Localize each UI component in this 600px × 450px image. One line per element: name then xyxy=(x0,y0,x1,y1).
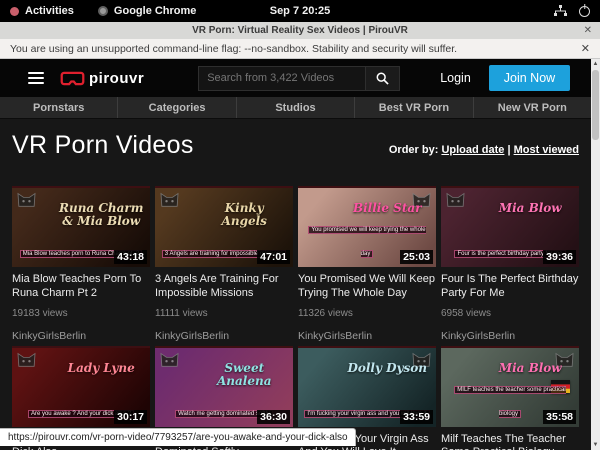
order-by-label: Order by: xyxy=(389,144,439,156)
site-logo[interactable]: pirouvr xyxy=(60,70,144,87)
pirouvr-cat-logo-icon xyxy=(16,351,37,368)
video-duration-badge: 39:36 xyxy=(543,250,576,264)
video-views: 6958 views xyxy=(441,308,579,319)
nav-item-studios[interactable]: Studios xyxy=(237,97,355,118)
site-header: pirouvr Login Join Now xyxy=(0,59,591,97)
thumbnail-overlay-name: Runa Charm & Mia Blow xyxy=(58,202,144,229)
video-thumbnail[interactable]: Dolly Dyson I'm fucking your virgin ass … xyxy=(298,346,436,427)
video-duration-badge: 30:17 xyxy=(114,410,147,424)
video-thumbnail[interactable]: Billie Star You promised we will keep tr… xyxy=(298,186,436,267)
video-duration-badge: 35:58 xyxy=(543,410,576,424)
video-thumbnail[interactable]: Runa Charm & Mia Blow Mia Blow teaches p… xyxy=(12,186,150,267)
video-thumbnail[interactable]: Mia Blow Four is the perfect birthday pa… xyxy=(441,186,579,267)
video-duration-badge: 25:03 xyxy=(400,250,433,264)
scrollbar-up-icon[interactable]: ▲ xyxy=(593,59,599,69)
nav-item-pornstars[interactable]: Pornstars xyxy=(0,97,118,118)
video-duration-badge: 33:59 xyxy=(400,410,433,424)
site-logo-text: pirouvr xyxy=(89,70,144,87)
video-studio-link[interactable]: KinkyGirlsBerlin xyxy=(441,330,579,342)
video-title-link[interactable]: Mia Blow Teaches Porn To Runa Charm Pt 2 xyxy=(12,273,150,301)
scrollbar-thumb[interactable] xyxy=(592,70,599,140)
video-views: 11111 views xyxy=(155,308,293,319)
focused-app-menu[interactable]: Google Chrome xyxy=(114,5,197,17)
main-content: VR Porn Videos Order by: Upload date | M… xyxy=(0,131,591,450)
video-duration-badge: 43:18 xyxy=(114,250,147,264)
menu-icon[interactable] xyxy=(28,72,44,84)
chrome-app-icon xyxy=(98,6,108,16)
infobar-close-icon[interactable]: ✕ xyxy=(581,42,590,55)
video-title-link[interactable]: Milf Teaches The Teacher Some Practical … xyxy=(441,433,579,450)
thumbnail-overlay-name: Mia Blow xyxy=(487,362,573,375)
pirouvr-cat-logo-icon xyxy=(445,191,466,208)
pirouvr-cat-logo-icon xyxy=(159,191,180,208)
video-views: 11326 views xyxy=(298,308,436,319)
chrome-infobar: You are using an unsupported command-lin… xyxy=(0,39,600,59)
video-thumbnail[interactable]: Lady Lyne Are you awake ? And your dick … xyxy=(12,346,150,427)
video-card[interactable]: Kinky Angels 3 Angels are training for i… xyxy=(155,186,293,342)
thumbnail-overlay-name: Dolly Dyson xyxy=(344,362,430,375)
video-studio-link[interactable]: KinkyGirlsBerlin xyxy=(298,330,436,342)
nav-item-new-vr-porn[interactable]: New VR Porn xyxy=(474,97,591,118)
video-card[interactable]: Runa Charm & Mia Blow Mia Blow teaches p… xyxy=(12,186,150,342)
order-most-viewed-link[interactable]: Most viewed xyxy=(514,144,579,156)
nav-item-best-vr-porn[interactable]: Best VR Porn xyxy=(355,97,473,118)
activities-button[interactable]: Activities xyxy=(25,5,74,17)
search-button[interactable] xyxy=(366,66,400,91)
video-views: 19183 views xyxy=(12,308,150,319)
clock[interactable]: Sep 7 20:25 xyxy=(270,5,331,17)
thumbnail-overlay-name: Kinky Angels xyxy=(201,202,287,229)
site-nav: PornstarsCategoriesStudiosBest VR PornNe… xyxy=(0,97,591,119)
order-upload-date-link[interactable]: Upload date xyxy=(441,144,504,156)
window-title-bar: VR Porn: Virtual Reality Sex Videos | Pi… xyxy=(0,22,600,39)
login-button[interactable]: Login xyxy=(440,71,471,85)
video-studio-link[interactable]: KinkyGirlsBerlin xyxy=(155,330,293,342)
video-title-link[interactable]: Four Is The Perfect Birthday Party For M… xyxy=(441,273,579,301)
join-now-button[interactable]: Join Now xyxy=(489,65,570,91)
order-by: Order by: Upload date | Most viewed xyxy=(389,144,579,156)
pirouvr-cat-logo-icon xyxy=(16,191,37,208)
status-url-bubble: https://pirouvr.com/vr-porn-video/779325… xyxy=(0,428,356,446)
window-title: VR Porn: Virtual Reality Sex Videos | Pi… xyxy=(192,25,408,36)
nav-item-categories[interactable]: Categories xyxy=(118,97,236,118)
video-duration-badge: 47:01 xyxy=(257,250,290,264)
video-duration-badge: 36:30 xyxy=(257,410,290,424)
video-thumbnail[interactable]: Kinky Angels 3 Angels are training for i… xyxy=(155,186,293,267)
search-input[interactable] xyxy=(198,66,366,91)
thumbnail-overlay-name: Mia Blow xyxy=(487,202,573,215)
browser-viewport: pirouvr Login Join Now PornstarsCategori… xyxy=(0,59,600,450)
search-icon xyxy=(376,72,389,85)
video-thumbnail[interactable]: Sweet Analena Watch me getting dominated… xyxy=(155,346,293,427)
thumbnail-overlay-name: Lady Lyne xyxy=(58,362,144,375)
power-icon[interactable] xyxy=(579,6,590,17)
video-card[interactable]: Mia Blow MILF teaches the teacher some p… xyxy=(441,346,579,450)
video-title-link[interactable]: 3 Angels Are Training For Impossible Mis… xyxy=(155,273,293,301)
video-card[interactable]: Billie Star You promised we will keep tr… xyxy=(298,186,436,342)
video-studio-link[interactable]: KinkyGirlsBerlin xyxy=(12,330,150,342)
thumbnail-overlay-name: Sweet Analena xyxy=(201,362,287,389)
thumbnail-overlay-name: Billie Star xyxy=(344,202,430,215)
page-title: VR Porn Videos xyxy=(12,131,194,160)
scrollbar[interactable]: ▲ ▼ xyxy=(591,59,600,450)
vr-headset-icon xyxy=(60,71,85,86)
video-card[interactable]: Mia Blow Four is the perfect birthday pa… xyxy=(441,186,579,342)
video-title-link[interactable]: You Promised We Will Keep Trying The Who… xyxy=(298,273,436,301)
screen-record-indicator-icon xyxy=(10,7,19,16)
infobar-message: You are using an unsupported command-lin… xyxy=(10,43,457,55)
pirouvr-cat-logo-icon xyxy=(159,351,180,368)
scrollbar-down-icon[interactable]: ▼ xyxy=(593,440,599,450)
window-close-icon[interactable]: ✕ xyxy=(584,25,592,36)
video-grid: Runa Charm & Mia Blow Mia Blow teaches p… xyxy=(12,186,579,450)
network-icon[interactable] xyxy=(554,5,567,17)
video-thumbnail[interactable]: Mia Blow MILF teaches the teacher some p… xyxy=(441,346,579,427)
desktop-top-bar: Activities Google Chrome Sep 7 20:25 xyxy=(0,0,600,22)
